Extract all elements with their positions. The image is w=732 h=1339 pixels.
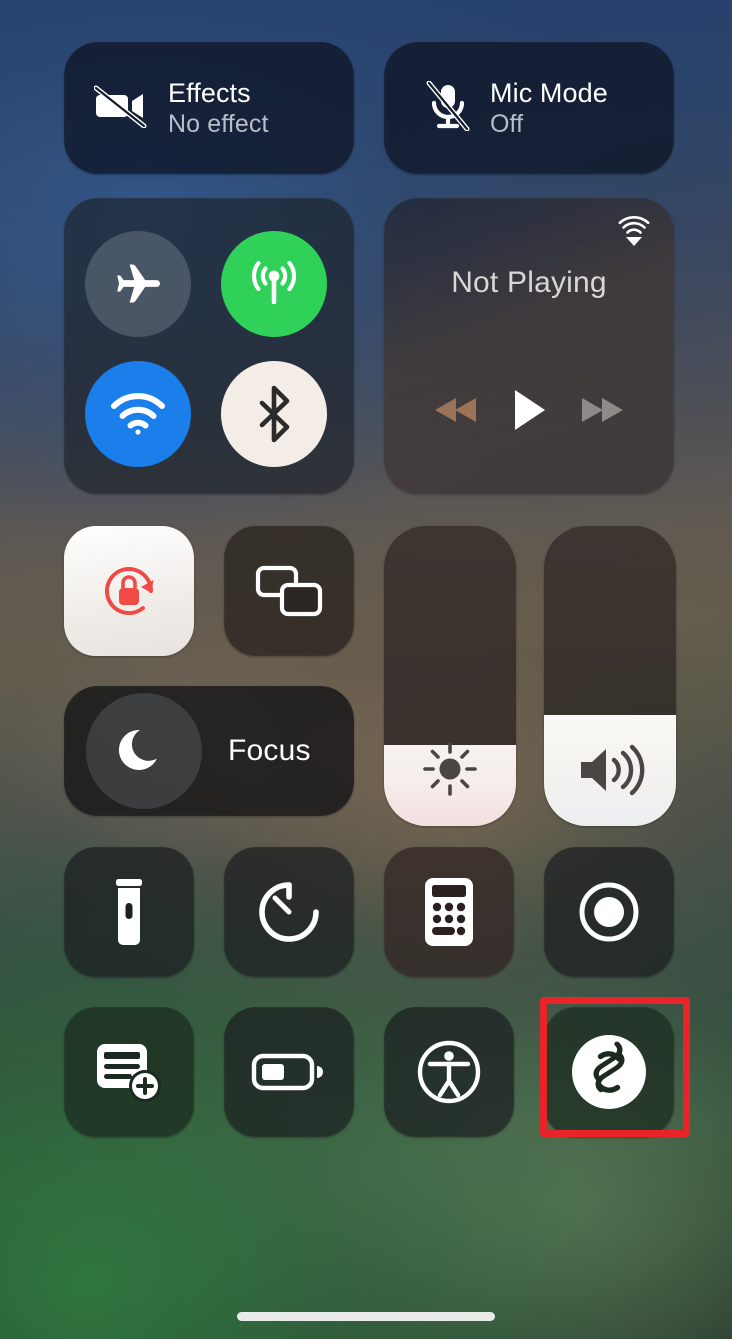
flashlight-icon bbox=[116, 879, 142, 945]
brightness-icon bbox=[384, 738, 516, 800]
screen-recording-toggle[interactable] bbox=[544, 847, 674, 977]
control-center: Effects No effect Mic Mode Off Not Playi… bbox=[0, 0, 732, 1339]
accessibility-icon bbox=[417, 1040, 481, 1104]
new-note-icon bbox=[97, 1044, 161, 1102]
bluetooth-button[interactable] bbox=[221, 361, 327, 467]
focus-label: Focus bbox=[228, 734, 311, 767]
battery-icon bbox=[251, 1053, 323, 1091]
focus-toggle[interactable]: Focus bbox=[64, 686, 354, 816]
fast-forward-button[interactable] bbox=[578, 393, 626, 432]
effects-subtitle: No effect bbox=[168, 110, 269, 139]
shazam-icon bbox=[572, 1035, 646, 1109]
low-power-mode-toggle[interactable] bbox=[224, 1007, 354, 1137]
effects-title: Effects bbox=[168, 77, 251, 108]
notes-toggle[interactable] bbox=[64, 1007, 194, 1137]
timer-icon bbox=[259, 882, 319, 942]
timer-toggle[interactable] bbox=[224, 847, 354, 977]
flashlight-toggle[interactable] bbox=[64, 847, 194, 977]
mic-mode-tile[interactable]: Mic Mode Off bbox=[384, 42, 674, 174]
accessibility-toggle[interactable] bbox=[384, 1007, 514, 1137]
volume-slider[interactable] bbox=[544, 526, 676, 826]
bluetooth-icon bbox=[259, 385, 290, 443]
shazam-toggle[interactable] bbox=[544, 1007, 674, 1137]
now-playing-status: Not Playing bbox=[451, 266, 607, 299]
cellular-icon bbox=[251, 260, 297, 305]
mic-mode-subtitle: Off bbox=[490, 110, 524, 139]
cellular-data-button[interactable] bbox=[221, 231, 327, 337]
calculator-icon bbox=[425, 878, 473, 946]
focus-icon-circle bbox=[86, 693, 202, 809]
home-indicator[interactable] bbox=[237, 1312, 495, 1321]
video-off-icon bbox=[93, 84, 148, 133]
now-playing-module[interactable]: Not Playing bbox=[384, 198, 674, 494]
moon-icon bbox=[118, 729, 157, 770]
rewind-button[interactable] bbox=[432, 393, 480, 432]
effects-tile[interactable]: Effects No effect bbox=[64, 42, 354, 174]
now-playing-controls bbox=[384, 387, 674, 438]
connectivity-module bbox=[64, 198, 354, 494]
record-icon bbox=[579, 882, 639, 942]
mic-off-icon bbox=[426, 80, 470, 136]
rotation-lock-icon bbox=[105, 567, 154, 616]
airplane-icon bbox=[117, 264, 160, 303]
volume-icon bbox=[544, 742, 676, 798]
airplay-audio-icon[interactable] bbox=[616, 216, 652, 257]
wifi-button[interactable] bbox=[85, 361, 191, 467]
rotation-lock-toggle[interactable] bbox=[64, 526, 194, 656]
wifi-icon bbox=[111, 393, 165, 435]
calculator-toggle[interactable] bbox=[384, 847, 514, 977]
play-button[interactable] bbox=[509, 387, 549, 438]
screen-mirroring-toggle[interactable] bbox=[224, 526, 354, 656]
mic-mode-title: Mic Mode bbox=[490, 77, 608, 108]
screen-mirroring-icon bbox=[255, 565, 323, 617]
airplane-mode-button[interactable] bbox=[85, 231, 191, 337]
brightness-slider[interactable] bbox=[384, 526, 516, 826]
